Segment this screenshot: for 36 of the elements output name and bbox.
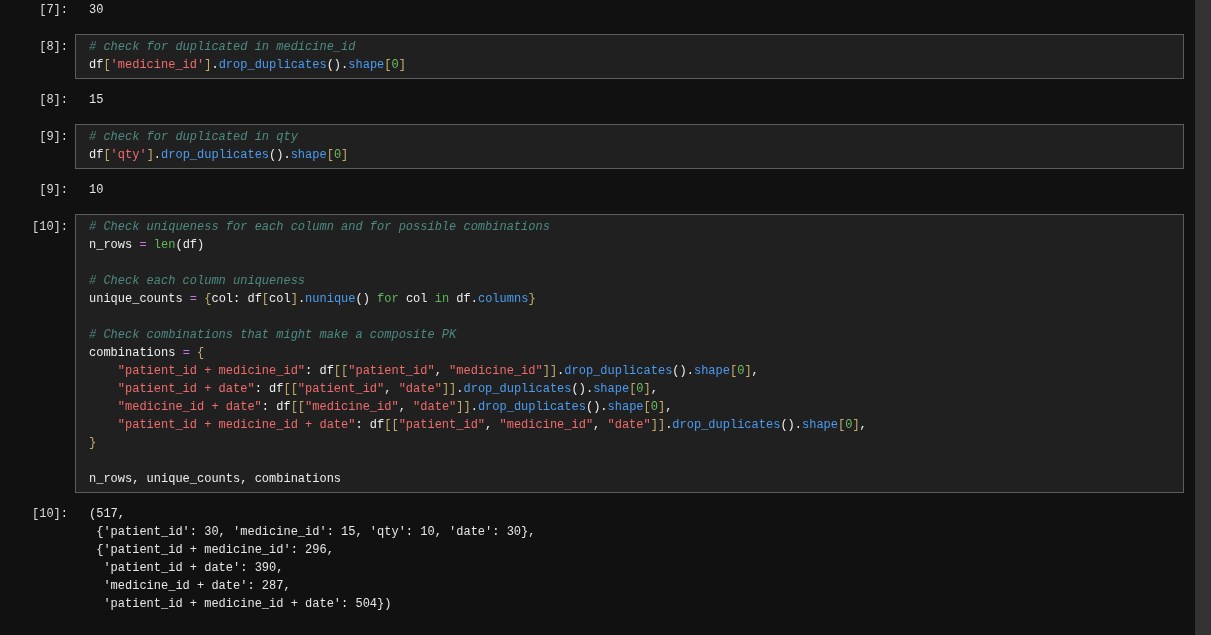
output-text: {'patient_id + medicine_id': 296, [95, 543, 334, 557]
code-line: df['qty'].drop_duplicates().shape[0] [89, 148, 349, 162]
code-comment: # Check each column uniqueness [89, 274, 306, 288]
code-line: "patient_id + medicine_id": df[["patient_id", "medicine_id"]].drop_duplicates().shape[0], [117, 364, 759, 378]
output-text: 10 [89, 183, 104, 197]
code-line: "medicine_id + date": df[["medicine_id", "date"]].drop_duplicates().shape[0], [117, 400, 673, 414]
code-line: n_rows = len(df) [89, 238, 205, 252]
output-prompt: [9]: [39, 183, 68, 197]
code-line: } [89, 436, 97, 450]
code-line: df['medicine_id'].drop_duplicates().shape[0] [89, 58, 406, 72]
output-text: 'patient_id + medicine_id + date': 504}) [102, 597, 392, 611]
input-prompt: [9]: [39, 130, 68, 144]
input-prompt: [10]: [32, 220, 68, 234]
code-line: unique_counts = {col: df[col].nunique() for col in df.columns} [89, 292, 536, 306]
scrollbar[interactable] [1195, 0, 1211, 635]
output-prompt: [10]: [32, 507, 68, 521]
code-line: n_rows, unique_counts, combinations [89, 472, 342, 486]
output-text: 30 [89, 3, 104, 17]
output-text: 'medicine_id + date': 287, [102, 579, 291, 593]
code-comment: # check for duplicated in qty [89, 130, 298, 144]
output-text: {'patient_id': 30, 'medicine_id': 15, 'qty': 10, 'date': 30}, [95, 525, 536, 539]
output-text: (517, [89, 507, 125, 521]
code-comment: # check for duplicated in medicine_id [89, 40, 356, 54]
output-text: 'patient_id + date': 390, [102, 561, 284, 575]
code-editor[interactable] [75, 214, 1184, 493]
code-comment: # Check combinations that might make a composite PK [89, 328, 457, 342]
code-line: combinations = { [89, 346, 205, 360]
input-prompt: [8]: [39, 40, 68, 54]
output-prompt: [8]: [39, 93, 68, 107]
code-editor[interactable]: # check for duplicated in medicine_id df['medicine_id'].drop_duplicates().shape[0] [75, 34, 1184, 79]
code-editor[interactable]: # check for duplicated in qty df['qty'].drop_duplicates().shape[0] [75, 124, 1184, 169]
code-comment: # Check uniqueness for each column and for possible combinations [89, 220, 550, 234]
code-line: "patient_id + date": df[["patient_id", "date"]].drop_duplicates().shape[0], [117, 382, 658, 396]
code-line: "patient_id + medicine_id + date": df[["patient_id", "medicine_id", "date"]].drop_duplicates().shape[0], [117, 418, 867, 432]
output-prompt: [7]: [39, 3, 68, 17]
output-text: 15 [89, 93, 104, 107]
